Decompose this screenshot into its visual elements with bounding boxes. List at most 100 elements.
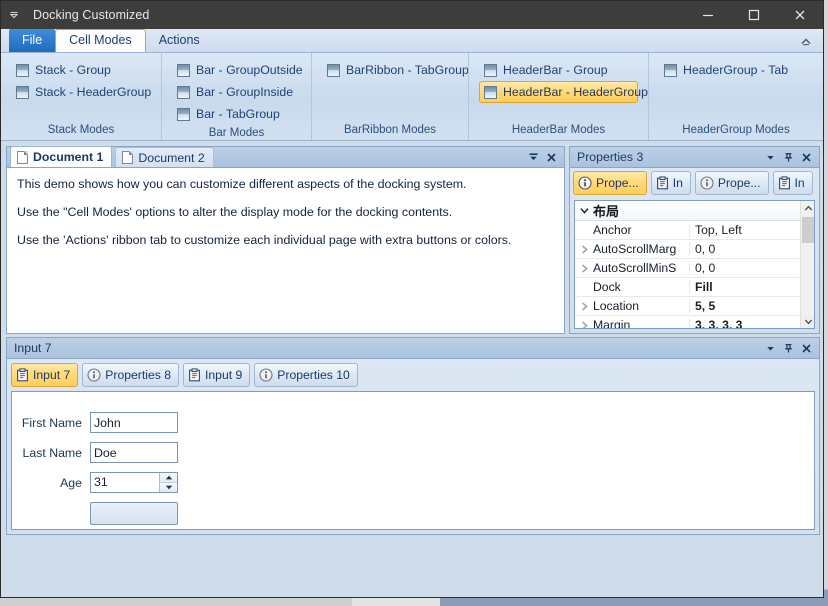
ribbon-group-items: Bar - GroupOutside Bar - GroupInside Bar… [162,53,311,125]
property-value[interactable]: Top, Left [690,223,800,237]
mode-swatch-icon [327,63,340,77]
stepper-down-icon[interactable] [160,482,177,492]
title-bar: Docking Customized [1,1,823,29]
ribbon-item-label: HeaderBar - Group [503,63,608,77]
input-tab-properties-10[interactable]: Properties 10 [254,363,358,387]
properties-caption-buttons [761,147,815,168]
ribbon-tab-actions[interactable]: Actions [146,29,213,52]
mode-swatch-icon [177,107,190,121]
age-value[interactable]: 31 [91,473,159,492]
ribbon-group-items: HeaderGroup - Tab [649,53,823,122]
document-content: This demo shows how you can customize di… [6,167,565,334]
scroll-down-icon[interactable] [801,314,814,328]
ribbon-item-headergroup-tab[interactable]: HeaderGroup - Tab [659,59,813,81]
page-icon [17,150,28,164]
mode-swatch-icon [484,85,497,99]
info-icon [259,368,273,382]
chevron-down-icon[interactable] [575,205,593,216]
property-name: Dock [593,280,690,294]
tab-list-icon[interactable] [524,148,542,167]
info-icon [700,176,714,190]
ribbon-item-bar-tabgroup[interactable]: Bar - TabGroup [172,103,301,125]
chevron-right-icon[interactable] [575,244,593,255]
property-grid-scrollbar[interactable] [800,201,814,328]
input-tab-label: Input 7 [33,368,71,382]
ribbon-tab-cell-modes[interactable]: Cell Modes [55,29,146,52]
document-tab-2[interactable]: Document 2 [115,147,214,167]
quick-access-dropdown-icon[interactable] [1,1,27,29]
property-row[interactable]: AutoScrollMarg 0, 0 [575,240,800,259]
document-caption-buttons [524,147,560,168]
ribbon-item-bar-groupoutside[interactable]: Bar - GroupOutside [172,59,303,81]
pin-icon[interactable] [779,148,797,167]
input-tab-input-9[interactable]: Input 9 [183,363,251,387]
ribbon-item-bar-groupinside[interactable]: Bar - GroupInside [172,81,301,103]
properties-caption-title: Properties 3 [577,150,644,164]
document-tab-1[interactable]: Document 1 [10,146,113,167]
input-tab-properties-8[interactable]: Properties 8 [82,363,179,387]
property-row[interactable]: Margin 3, 3, 3, 3 [575,316,800,328]
property-name: Margin [593,318,690,328]
ribbon-item-label: Stack - HeaderGroup [35,85,152,99]
form-row-first-name: First Name [12,412,814,433]
ribbon-item-label: Bar - TabGroup [196,107,280,121]
close-button[interactable] [777,1,823,29]
chevron-right-icon[interactable] [575,320,593,328]
ribbon-collapse-chevron-icon[interactable] [797,32,815,50]
ribbon-tab-strip: File Cell Modes Actions [1,29,823,53]
chevron-right-icon[interactable] [575,263,593,274]
property-row[interactable]: Location 5, 5 [575,297,800,316]
close-icon[interactable] [797,339,815,358]
mode-swatch-icon [177,85,190,99]
ribbon-group-title: Bar Modes [208,127,265,139]
ribbon-tab-file[interactable]: File [9,29,56,52]
properties-tab-in-2[interactable]: In [772,171,813,195]
ribbon-item-barribbon-tabgroup[interactable]: BarRibbon - TabGroup [322,59,469,81]
property-value[interactable]: 3, 3, 3, 3 [690,318,800,328]
submit-button[interactable] [90,502,178,525]
input-body: Input 7 Properties 8 Input 9 Properties … [6,358,820,535]
last-name-label: Last Name [22,445,82,460]
ribbon-item-stack-group[interactable]: Stack - Group [11,59,151,81]
document-dock-panel: Document 1 Document 2 This demo shows ho… [6,146,565,334]
property-grid[interactable]: 布局 Anchor Top, Left AutoScrollMarg 0, 0 … [574,200,815,329]
minimize-button[interactable] [685,1,731,29]
properties-tab-label: In [794,176,805,190]
pin-icon[interactable] [779,339,797,358]
last-name-field[interactable] [90,442,178,463]
close-icon[interactable] [797,148,815,167]
property-value[interactable]: 0, 0 [690,242,800,256]
property-value[interactable]: Fill [690,280,800,294]
property-category-row[interactable]: 布局 [575,201,800,221]
ribbon-group-stack-modes: Stack - Group Stack - HeaderGroup Stack … [1,53,161,140]
ribbon-item-label: Bar - GroupOutside [196,63,303,77]
property-row[interactable]: Anchor Top, Left [575,221,800,240]
age-stepper[interactable]: 31 [90,472,178,493]
first-name-field[interactable] [90,412,178,433]
maximize-button[interactable] [731,1,777,29]
form-row-age: Age 31 [12,472,814,493]
input-form-surface: First Name Last Name Age 31 [11,391,815,530]
ribbon-item-headerbar-headergroup[interactable]: HeaderBar - HeaderGroup [479,81,648,103]
chevron-right-icon[interactable] [575,301,593,312]
scroll-up-icon[interactable] [801,201,814,215]
properties-tab-prope-1[interactable]: Prope... [573,171,647,195]
input-tab-input-7[interactable]: Input 7 [11,363,79,387]
chevron-down-icon[interactable] [761,148,779,167]
property-row[interactable]: AutoScrollMinS 0, 0 [575,259,800,278]
close-icon[interactable] [542,148,560,167]
ribbon-item-headerbar-group[interactable]: HeaderBar - Group [479,59,638,81]
input-dock-panel: Input 7 Input 7 Properties 8 Input 9 Pro… [6,337,820,535]
age-stepper-buttons [159,473,177,492]
property-value[interactable]: 5, 5 [690,299,800,313]
chevron-down-icon[interactable] [761,339,779,358]
ribbon-item-stack-headergroup[interactable]: Stack - HeaderGroup [11,81,151,103]
scrollbar-thumb[interactable] [802,217,814,243]
property-value[interactable]: 0, 0 [690,261,800,275]
properties-tab-in-1[interactable]: In [650,171,691,195]
stepper-up-icon[interactable] [160,473,177,482]
input-caption-bar: Input 7 [6,337,820,358]
property-row[interactable]: Dock Fill [575,278,800,297]
properties-tab-prope-2[interactable]: Prope... [694,171,769,195]
property-name: AutoScrollMarg [593,242,690,256]
